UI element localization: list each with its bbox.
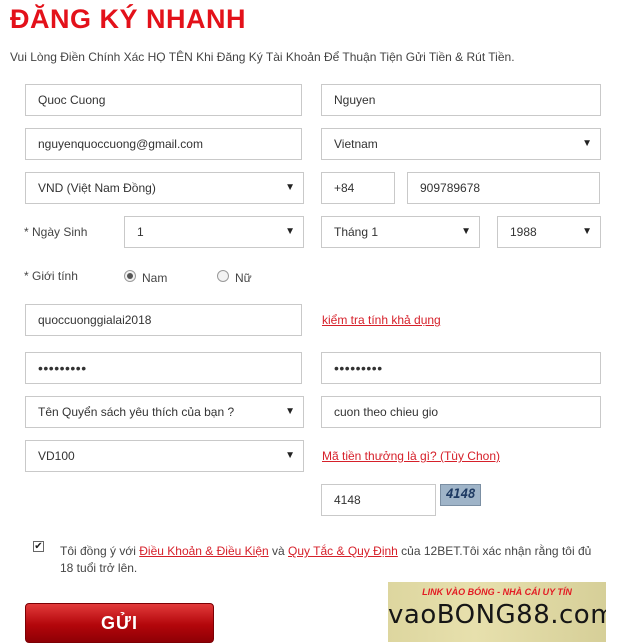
confirm-password-input[interactable]: ••••••••• <box>321 352 601 384</box>
rules-link[interactable]: Quy Tắc & Quy Định <box>288 544 398 558</box>
dob-year-select[interactable]: 1988 ▼ <box>497 216 601 248</box>
gender-female-label: Nữ <box>235 271 252 285</box>
dob-day-select[interactable]: 1 ▼ <box>124 216 304 248</box>
dob-day-value: 1 <box>137 225 144 239</box>
chevron-down-icon: ▼ <box>582 226 592 237</box>
chevron-down-icon: ▼ <box>285 450 295 461</box>
country-value: Vietnam <box>334 137 378 151</box>
security-question-select[interactable]: Tên Quyển sách yêu thích của bạn ? ▼ <box>25 396 304 428</box>
first-name-input[interactable]: Quoc Cuong <box>25 84 302 116</box>
page-subtitle: Vui Lòng Điền Chính Xác HỌ TÊN Khi Đăng … <box>10 50 515 64</box>
check-availability-link[interactable]: kiểm tra tính khả dụng <box>322 313 441 327</box>
chevron-down-icon: ▼ <box>285 182 295 193</box>
chevron-down-icon: ▼ <box>285 406 295 417</box>
security-question-value: Tên Quyển sách yêu thích của bạn ? <box>38 405 235 419</box>
watermark-banner: LINK VÀO BÓNG - NHÀ CÁI UY TÍN vaoBONG88… <box>388 582 606 642</box>
agreement-text: Tôi đồng ý với Điều Khoản & Điều Kiện và… <box>60 543 605 577</box>
gender-male-label: Nam <box>142 271 168 285</box>
banner-brand: vaoBONG88.com <box>388 600 606 630</box>
dob-month-select[interactable]: Tháng 1 ▼ <box>321 216 480 248</box>
agreement-text-2: và <box>268 544 289 558</box>
bonus-info-link[interactable]: Mã tiền thưởng là gì? (Tùy Chon) <box>322 449 500 463</box>
currency-select[interactable]: VND (Việt Nam Đồng) ▼ <box>25 172 304 204</box>
dob-month-value: Tháng 1 <box>334 225 379 239</box>
country-select[interactable]: Vietnam ▼ <box>321 128 601 160</box>
username-input[interactable]: quoccuonggialai2018 <box>25 304 302 336</box>
submit-button[interactable]: GỬI <box>25 603 214 643</box>
terms-link[interactable]: Điều Khoản & Điều Kiện <box>139 544 268 558</box>
gender-male-radio[interactable] <box>124 270 136 282</box>
chevron-down-icon: ▼ <box>285 226 295 237</box>
captcha-input[interactable]: 4148 <box>321 484 436 516</box>
agreement-text-1: Tôi đồng ý với <box>60 544 140 558</box>
password-input[interactable]: ••••••••• <box>25 352 302 384</box>
captcha-image: 4148 <box>440 484 481 506</box>
gender-female-radio[interactable] <box>217 270 229 282</box>
phone-input[interactable]: 909789678 <box>407 172 600 204</box>
page-title: ĐĂNG KÝ NHANH <box>10 4 246 34</box>
security-answer-input[interactable]: cuon theo chieu gio <box>321 396 601 428</box>
bonus-code-value: VD100 <box>38 449 75 463</box>
gender-label: * Giới tính <box>24 269 78 283</box>
bonus-code-select[interactable]: VD100 ▼ <box>25 440 304 472</box>
email-input[interactable]: nguyenquoccuong@gmail.com <box>25 128 302 160</box>
chevron-down-icon: ▼ <box>461 226 471 237</box>
dob-year-value: 1988 <box>510 225 537 239</box>
chevron-down-icon: ▼ <box>582 138 592 149</box>
last-name-input[interactable]: Nguyen <box>321 84 601 116</box>
banner-tagline: LINK VÀO BÓNG - NHÀ CÁI UY TÍN <box>422 587 572 597</box>
phone-code-input[interactable]: +84 <box>321 172 395 204</box>
dob-label: * Ngày Sinh <box>24 225 88 239</box>
agree-checkbox[interactable]: ✔ <box>33 541 44 552</box>
currency-value: VND (Việt Nam Đồng) <box>38 181 156 195</box>
